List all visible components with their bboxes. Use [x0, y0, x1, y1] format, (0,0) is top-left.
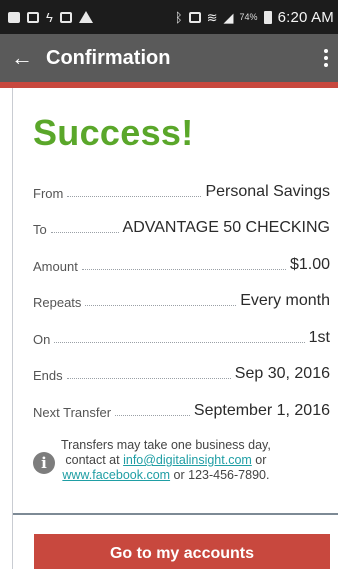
dotted-leader — [66, 378, 231, 379]
image-icon — [27, 11, 39, 23]
dotted-leader — [85, 305, 237, 306]
status-notifications: ϟ — [8, 11, 93, 24]
section-divider — [13, 513, 338, 515]
info-icon: i — [33, 452, 55, 474]
dotted-leader — [67, 195, 202, 197]
notice-text: Transfers may take one business day, con… — [61, 438, 271, 483]
flash-icon: ϟ — [46, 9, 53, 25]
nfc-icon — [188, 11, 201, 23]
battery-percent: 74% — [239, 12, 258, 22]
status-bar: ϟ ᛒ ≋ ◢ 74% 6:20 AM — [0, 0, 338, 34]
detail-label: Amount — [33, 258, 78, 274]
detail-value: $1.00 — [289, 255, 330, 273]
bluetooth-icon: ᛒ — [174, 9, 183, 25]
detail-row-repeats: Repeats Every month — [33, 280, 330, 317]
detail-row-ends: Ends Sep 30, 2016 — [33, 353, 330, 390]
detail-value: Personal Savings — [205, 182, 330, 200]
back-button[interactable]: ← — [0, 34, 44, 82]
warning-icon — [78, 11, 93, 23]
arrow-left-icon: ← — [11, 45, 33, 70]
dotted-leader — [54, 341, 305, 343]
notice-or: or — [251, 453, 267, 467]
message-icon — [8, 11, 20, 23]
detail-value: September 1, 2016 — [193, 401, 330, 419]
detail-label: Repeats — [33, 295, 82, 310]
success-heading: Success! — [33, 112, 194, 153]
battery-icon — [263, 10, 272, 24]
go-to-accounts-button[interactable]: Go to my accounts — [34, 534, 330, 569]
detail-row-from: From Personal Savings — [33, 170, 330, 207]
detail-row-to: To ADVANTAGE 50 CHECKING — [33, 207, 330, 244]
dotted-leader — [50, 232, 119, 233]
detail-row-on: On 1st — [33, 316, 330, 353]
detail-value: ADVANTAGE 50 CHECKING — [122, 219, 330, 236]
more-vert-icon[interactable] — [314, 34, 338, 82]
notice-contact-prefix: contact at — [65, 453, 124, 467]
gallery-icon — [59, 11, 72, 23]
detail-label: Ends — [33, 368, 63, 383]
detail-value: 1st — [308, 328, 330, 346]
page-title: Confirmation — [46, 46, 171, 69]
detail-value: Every month — [240, 292, 330, 309]
detail-row-amount: Amount $1.00 — [33, 243, 330, 280]
confirmation-panel: Success! From Personal Savings To ADVANT… — [12, 88, 338, 569]
detail-value: Sep 30, 2016 — [234, 365, 330, 382]
transfer-notice: i Transfers may take one business day, c… — [33, 438, 333, 483]
app-bar: ← Confirmation — [0, 34, 338, 82]
detail-label: To — [33, 222, 47, 237]
detail-label: Next Transfer — [33, 404, 112, 420]
detail-label: From — [33, 185, 64, 201]
notice-line-1: Transfers may take one business day, — [61, 438, 271, 452]
clock: 6:20 AM — [277, 8, 334, 26]
detail-row-next-transfer: Next Transfer September 1, 2016 — [33, 389, 330, 426]
wifi-icon: ≋ — [206, 9, 218, 25]
dotted-leader — [81, 268, 286, 270]
notice-phone: or 123-456-7890. — [170, 468, 270, 482]
email-link[interactable]: info@digitalinsight.com — [123, 453, 252, 467]
detail-label: On — [33, 331, 51, 347]
signal-icon: ◢ — [223, 9, 234, 25]
dotted-leader — [115, 414, 190, 416]
transfer-details: From Personal Savings To ADVANTAGE 50 CH… — [33, 170, 330, 426]
notice-line-2: contact at info@digitalinsight.com or — [61, 453, 271, 468]
notice-line-3: www.facebook.com or 123-456-7890. — [61, 468, 271, 483]
website-link[interactable]: www.facebook.com — [62, 468, 170, 482]
status-system: ᛒ ≋ ◢ 74% 6:20 AM — [175, 9, 334, 26]
